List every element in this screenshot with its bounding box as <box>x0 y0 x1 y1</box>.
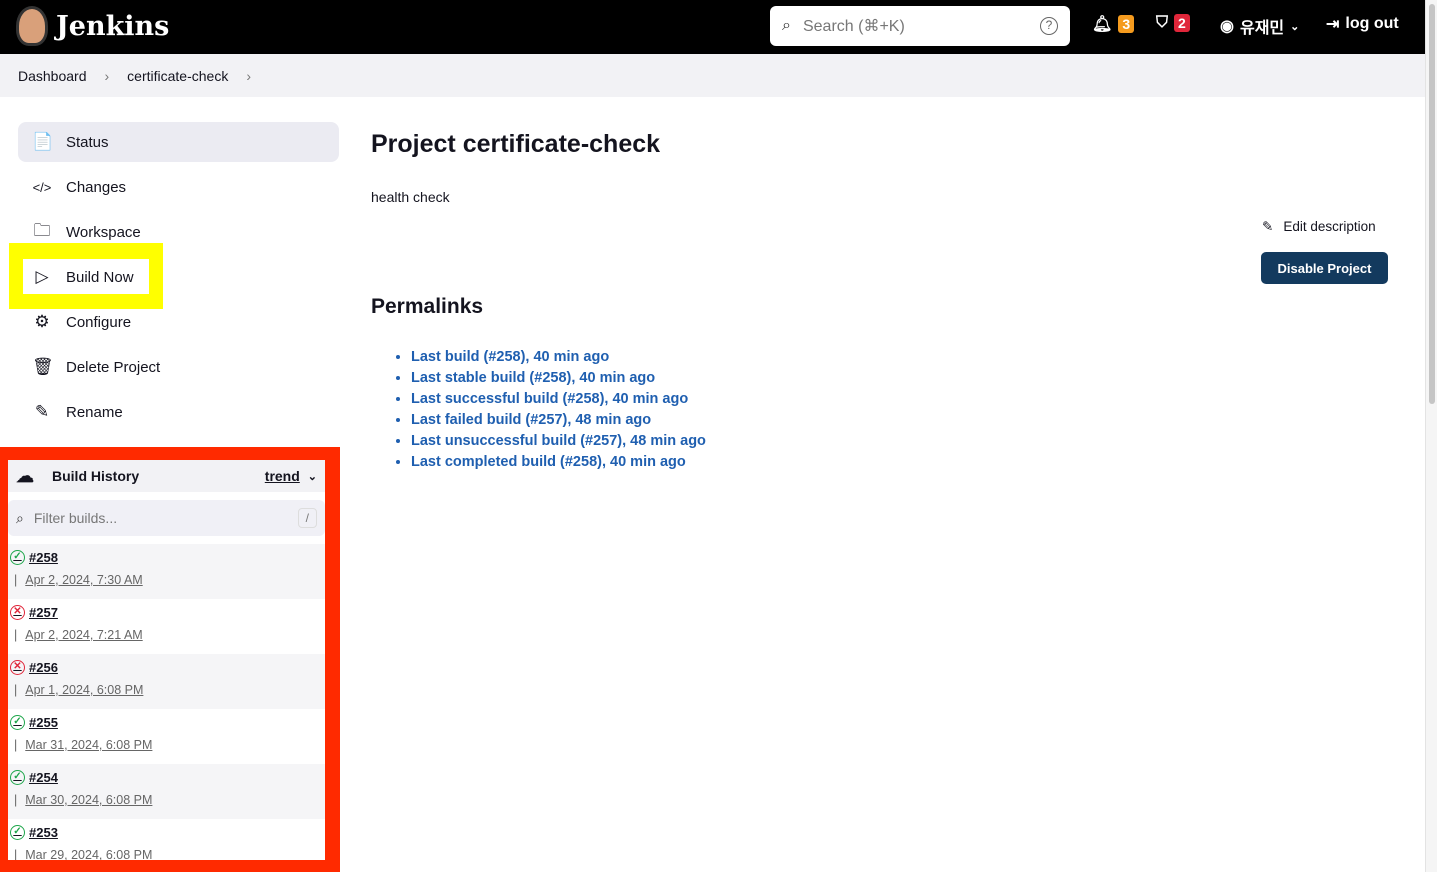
user-menu[interactable]: ◉ 유재민 ⌄ <box>1220 14 1299 38</box>
build-row: ✓ #255 | Mar 31, 2024, 6:08 PM <box>8 709 325 764</box>
chevron-right-icon: › <box>104 67 110 84</box>
failed-icon: ✕ <box>10 605 25 620</box>
shield-icon: ⛉ <box>1156 14 1169 31</box>
failed-icon: ✕ <box>10 660 25 675</box>
build-list: ✓ #258 | Apr 2, 2024, 7:30 AM ✕ #257 | Apr 2, 2… <box>8 544 325 860</box>
filter-builds-input[interactable]: ⌕ Filter builds... / <box>8 500 325 536</box>
build-row: ✕ #257 | Apr 2, 2024, 7:21 AM <box>8 599 325 654</box>
success-icon: ✓ <box>10 550 25 565</box>
search-icon: ⌕ <box>782 17 791 34</box>
play-icon: ▷ <box>35 267 49 286</box>
build-date-link[interactable]: Mar 30, 2024, 6:08 PM <box>25 793 152 807</box>
permalink[interactable]: Last completed build (#258), 40 min ago <box>411 452 706 473</box>
chevron-down-icon: ⌄ <box>1290 20 1300 33</box>
disable-project-button[interactable]: Disable Project <box>1261 252 1388 284</box>
user-icon: ◉ <box>1220 18 1234 35</box>
chevron-right-icon[interactable]: › <box>246 68 251 84</box>
permalink[interactable]: Last build (#258), 40 min ago <box>411 347 706 368</box>
sidebar-item-status[interactable]: 📄 Status <box>18 122 339 162</box>
breadcrumb-dashboard[interactable]: Dashboard <box>18 68 87 84</box>
build-number-link[interactable]: #254 <box>29 770 58 785</box>
build-date-link[interactable]: Apr 2, 2024, 7:21 AM <box>25 628 142 642</box>
sidebar-item-build-now[interactable]: ▷ Build Now <box>18 257 339 297</box>
success-icon: ✓ <box>10 770 25 785</box>
permalink[interactable]: Last failed build (#257), 48 min ago <box>411 410 706 431</box>
search-input[interactable]: ⌕ Search (⌘+K)? <box>770 6 1070 46</box>
build-date-link[interactable]: Apr 1, 2024, 6:08 PM <box>25 683 143 697</box>
code-icon: </> <box>32 179 52 195</box>
success-icon: ✓ <box>10 715 25 730</box>
trash-icon: 🗑 <box>32 357 54 376</box>
project-description: health check <box>371 189 450 205</box>
build-history-highlight: ☁︎ Build History trend ⌄ ⌕ Filter builds... /… <box>0 447 340 872</box>
permalink[interactable]: Last successful build (#258), 40 min ago <box>411 389 706 410</box>
trend-link[interactable]: trend <box>265 468 300 484</box>
cloud-icon: ☁︎ <box>16 465 34 486</box>
bell-icon: 🔔︎ <box>1092 16 1113 33</box>
build-number-link[interactable]: #258 <box>29 550 58 565</box>
build-history-panel: ☁︎ Build History trend ⌄ ⌕ Filter builds... /… <box>8 460 325 860</box>
sidebar: 📄 Status </> Changes 🗀 Workspace ▷ Build Now… <box>18 122 339 437</box>
pencil-icon: ✎ <box>34 402 50 421</box>
search-icon: ⌕ <box>16 509 24 526</box>
shortcut-hint: / <box>297 508 317 528</box>
scrollbar[interactable] <box>1425 0 1437 872</box>
scrollbar-thumb[interactable] <box>1429 4 1435 404</box>
security-badge: 2 <box>1174 14 1190 32</box>
sidebar-item-configure[interactable]: ⚙ Configure <box>18 302 339 342</box>
build-date-link[interactable]: Mar 29, 2024, 6:08 PM <box>25 848 152 860</box>
page-title: Project certificate-check <box>371 130 661 158</box>
sidebar-item-workspace[interactable]: 🗀 Workspace <box>18 212 339 252</box>
build-row: ✓ #253 | Mar 29, 2024, 6:08 PM <box>8 819 325 860</box>
build-number-link[interactable]: #256 <box>29 660 58 675</box>
permalink[interactable]: Last stable build (#258), 40 min ago <box>411 368 706 389</box>
build-number-link[interactable]: #255 <box>29 715 58 730</box>
jenkins-logo[interactable]: Jenkins <box>16 6 169 46</box>
sidebar-item-changes[interactable]: </> Changes <box>18 167 339 207</box>
build-row: ✕ #256 | Apr 1, 2024, 6:08 PM <box>8 654 325 709</box>
main-content: Project certificate-check health check P… <box>371 130 706 473</box>
build-history-title: Build History <box>52 468 140 484</box>
sidebar-item-rename[interactable]: ✎ Rename <box>18 392 339 432</box>
build-number-link[interactable]: #253 <box>29 825 58 840</box>
edit-description-button[interactable]: ✎ Edit description <box>1262 219 1376 235</box>
jenkins-butler-icon <box>16 6 48 46</box>
build-row: ✓ #258 | Apr 2, 2024, 7:30 AM <box>8 544 325 599</box>
breadcrumb-project[interactable]: certificate-check <box>127 68 228 84</box>
build-date-link[interactable]: Mar 31, 2024, 6:08 PM <box>25 738 152 752</box>
notifications-button[interactable]: 🔔︎ 3 <box>1092 14 1135 34</box>
build-row: ✓ #254 | Mar 30, 2024, 6:08 PM <box>8 764 325 819</box>
success-icon: ✓ <box>10 825 25 840</box>
build-date-link[interactable]: Apr 2, 2024, 7:30 AM <box>25 573 142 587</box>
permalinks-list: Last build (#258), 40 min ago Last stabl… <box>411 347 706 473</box>
chevron-down-icon[interactable]: ⌄ <box>308 470 317 483</box>
notifications-badge: 3 <box>1118 15 1135 33</box>
top-bar: Jenkins ⌕ Search (⌘+K)? 🔔︎ 3 ⛉ 2 ◉ 유재민 ⌄ ⇥ log… <box>0 0 1425 54</box>
folder-icon: 🗀 <box>33 220 51 240</box>
permalink[interactable]: Last unsuccessful build (#257), 48 min a… <box>411 431 706 452</box>
help-icon[interactable]: ? <box>1040 17 1058 35</box>
pencil-icon: ✎ <box>1262 219 1274 234</box>
security-button[interactable]: ⛉ 2 <box>1156 14 1190 32</box>
document-icon: 📄 <box>32 132 54 151</box>
permalinks-title: Permalinks <box>371 295 484 318</box>
sidebar-item-delete-project[interactable]: 🗑 Delete Project <box>18 347 339 387</box>
logout-icon: ⇥ <box>1326 16 1340 33</box>
build-number-link[interactable]: #257 <box>29 605 58 620</box>
gear-icon: ⚙ <box>34 312 50 331</box>
logout-button[interactable]: ⇥ log out <box>1326 14 1399 34</box>
breadcrumb: Dashboard › certificate-check › <box>0 54 1425 97</box>
